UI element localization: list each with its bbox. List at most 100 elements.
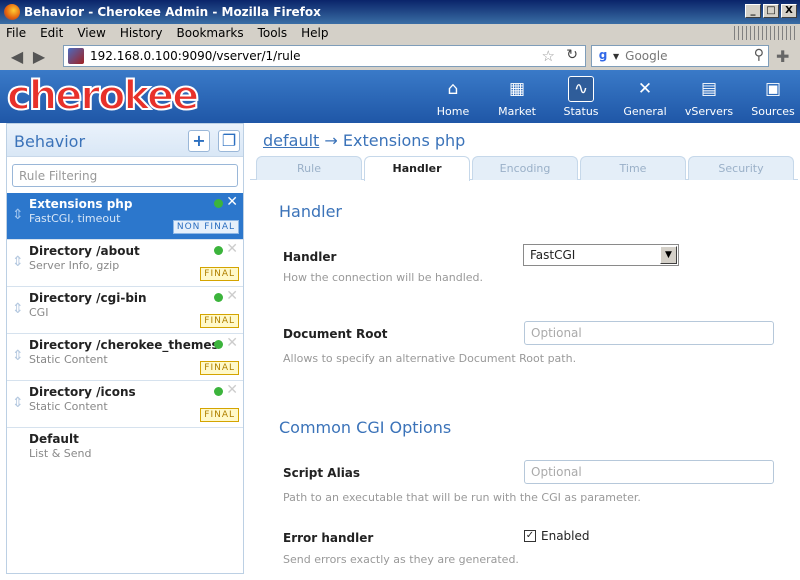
rule-final-badge[interactable]: FINAL — [200, 267, 239, 281]
delete-rule-icon[interactable]: ✕ — [226, 382, 238, 398]
error-handler-hint: Send errors exactly as they are generate… — [283, 553, 519, 566]
chevron-down-icon[interactable]: ▼ — [660, 246, 677, 264]
search-icon[interactable]: ⚲ — [754, 47, 764, 63]
url-text: 192.168.0.100:9090/vserver/1/rule — [90, 49, 301, 63]
forward-button[interactable]: ▶ — [28, 45, 50, 67]
drag-handle-icon[interactable]: ⇕ — [12, 207, 24, 223]
nav-general[interactable]: ✕ General — [618, 76, 672, 118]
drag-handle-icon[interactable]: ⇕ — [12, 254, 24, 270]
error-handler-checkbox[interactable]: ✓ Enabled — [524, 529, 590, 543]
plus-icon: + — [192, 131, 206, 150]
menu-bar: File Edit View History Bookmarks Tools H… — [0, 24, 800, 42]
home-icon: ⌂ — [447, 79, 459, 99]
rule-enabled-icon[interactable] — [214, 293, 223, 302]
nav-market-label: Market — [498, 105, 536, 118]
rule-item[interactable]: ⇕ Directory /icons Static Content ✕ FINA… — [7, 381, 243, 428]
bookmark-star-icon[interactable]: ☆ — [542, 47, 555, 65]
nav-sources[interactable]: ▣ Sources — [746, 76, 800, 118]
tab-rule[interactable]: Rule — [256, 156, 362, 180]
tab-handler[interactable]: Handler — [364, 156, 470, 181]
tab-security[interactable]: Security — [688, 156, 794, 180]
rule-enabled-icon[interactable] — [214, 340, 223, 349]
checkmark-icon[interactable]: ✓ — [524, 530, 536, 542]
nav-vservers[interactable]: ▤ vServers — [682, 76, 736, 118]
tab-time[interactable]: Time — [580, 156, 686, 180]
docroot-input[interactable]: Optional — [524, 321, 774, 345]
drag-handle-icon[interactable]: ⇕ — [12, 301, 24, 317]
minimize-button[interactable]: _ — [745, 4, 761, 18]
market-icon: ▦ — [508, 79, 526, 99]
rule-final-badge[interactable]: NON FINAL — [172, 220, 239, 234]
tab-encoding[interactable]: Encoding — [472, 156, 578, 180]
docroot-label: Document Root — [283, 327, 388, 341]
menu-tools[interactable]: Tools — [258, 26, 288, 40]
sidebar-header: Behavior + ❐ — [7, 124, 243, 157]
drag-handle-icon[interactable]: ⇕ — [12, 395, 24, 411]
nav-home-label: Home — [436, 105, 470, 118]
rule-item[interactable]: ⇕ Extensions php FastCGI, timeout ✕ NON … — [7, 193, 243, 240]
addon-icon[interactable]: ✚ — [776, 47, 789, 66]
breadcrumb-arrow: → — [324, 131, 338, 150]
menu-help[interactable]: Help — [301, 26, 328, 40]
breadcrumb-vserver-link[interactable]: default — [263, 131, 319, 150]
vservers-icon: ▤ — [700, 79, 718, 99]
nav-sources-label: Sources — [751, 105, 795, 118]
handler-label: Handler — [283, 250, 337, 264]
breadcrumb-current: Extensions php — [342, 131, 466, 150]
script-alias-hint: Path to an executable that will be run w… — [283, 491, 641, 504]
delete-rule-icon[interactable]: ✕ — [226, 288, 238, 304]
drag-handle-icon[interactable]: ⇕ — [12, 348, 24, 364]
delete-rule-icon[interactable]: ✕ — [226, 194, 238, 210]
add-rule-button[interactable]: + — [188, 130, 210, 152]
nav-general-label: General — [623, 105, 667, 118]
rule-name: Extensions php — [29, 197, 133, 211]
handler-select[interactable]: FastCGI ▼ — [523, 244, 679, 266]
rule-final-badge[interactable]: FINAL — [200, 314, 239, 328]
menu-bookmarks[interactable]: Bookmarks — [177, 26, 244, 40]
rule-item[interactable]: ⇕ Directory /about Server Info, gzip ✕ F… — [7, 240, 243, 287]
nav-status-label: Status — [563, 105, 599, 118]
chevron-down-icon[interactable]: ▼ — [613, 52, 619, 61]
rule-tabs: Rule Handler Encoding Time Security — [250, 156, 798, 181]
firefox-icon — [4, 4, 20, 20]
rule-final-badge[interactable]: FINAL — [200, 408, 239, 422]
menu-history[interactable]: History — [120, 26, 163, 40]
delete-rule-icon[interactable]: ✕ — [226, 241, 238, 257]
menu-file[interactable]: File — [6, 26, 26, 40]
close-window-button[interactable]: X — [781, 4, 797, 18]
nav-status[interactable]: ∿ Status — [554, 76, 608, 118]
navigation-toolbar: ◀ ▶ 192.168.0.100:9090/vserver/1/rule ☆ … — [0, 42, 800, 70]
handler-select-value: FastCGI — [530, 248, 576, 262]
rule-item[interactable]: ⇕ Directory /cherokee_themes Static Cont… — [7, 334, 243, 381]
handler-panel: Handler Handler FastCGI ▼ How the connec… — [262, 186, 782, 580]
nav-vservers-label: vServers — [684, 105, 734, 118]
clone-rule-button[interactable]: ❐ — [218, 130, 240, 152]
maximize-button[interactable]: □ — [763, 4, 779, 18]
rule-enabled-icon[interactable] — [214, 246, 223, 255]
rule-item[interactable]: Default List & Send — [7, 428, 243, 475]
rule-enabled-icon[interactable] — [214, 199, 223, 208]
nav-market[interactable]: ▦ Market — [490, 76, 544, 118]
search-bar[interactable]: g ▼ Google ⚲ — [591, 45, 769, 67]
reload-icon[interactable]: ↻ — [566, 47, 578, 63]
cherokee-logo[interactable]: cherokee — [6, 73, 200, 119]
error-handler-checkbox-label: Enabled — [541, 529, 590, 543]
app-header: cherokee ⌂ Home ▦ Market ∿ Status ✕ Gene… — [0, 70, 800, 123]
menu-edit[interactable]: Edit — [40, 26, 63, 40]
rule-final-badge[interactable]: FINAL — [200, 361, 239, 375]
menu-view[interactable]: View — [77, 26, 105, 40]
forward-arrow-icon: ▶ — [32, 46, 46, 66]
rule-description: List & Send — [29, 447, 92, 460]
url-bar[interactable]: 192.168.0.100:9090/vserver/1/rule ☆ ↻ — [63, 45, 586, 67]
nav-home[interactable]: ⌂ Home — [426, 76, 480, 118]
google-icon[interactable]: g — [595, 48, 611, 64]
delete-rule-icon[interactable]: ✕ — [226, 335, 238, 351]
back-button[interactable]: ◀ — [6, 45, 28, 67]
script-alias-input[interactable]: Optional — [524, 460, 774, 484]
window-title: Behavior - Cherokee Admin - Mozilla Fire… — [24, 5, 321, 19]
breadcrumb: default → Extensions php — [263, 131, 465, 150]
rule-item[interactable]: ⇕ Directory /cgi-bin CGI ✕ FINAL — [7, 287, 243, 334]
rule-enabled-icon[interactable] — [214, 387, 223, 396]
rule-filter-input[interactable]: Rule Filtering — [12, 164, 238, 187]
docroot-hint: Allows to specify an alternative Documen… — [283, 352, 577, 365]
